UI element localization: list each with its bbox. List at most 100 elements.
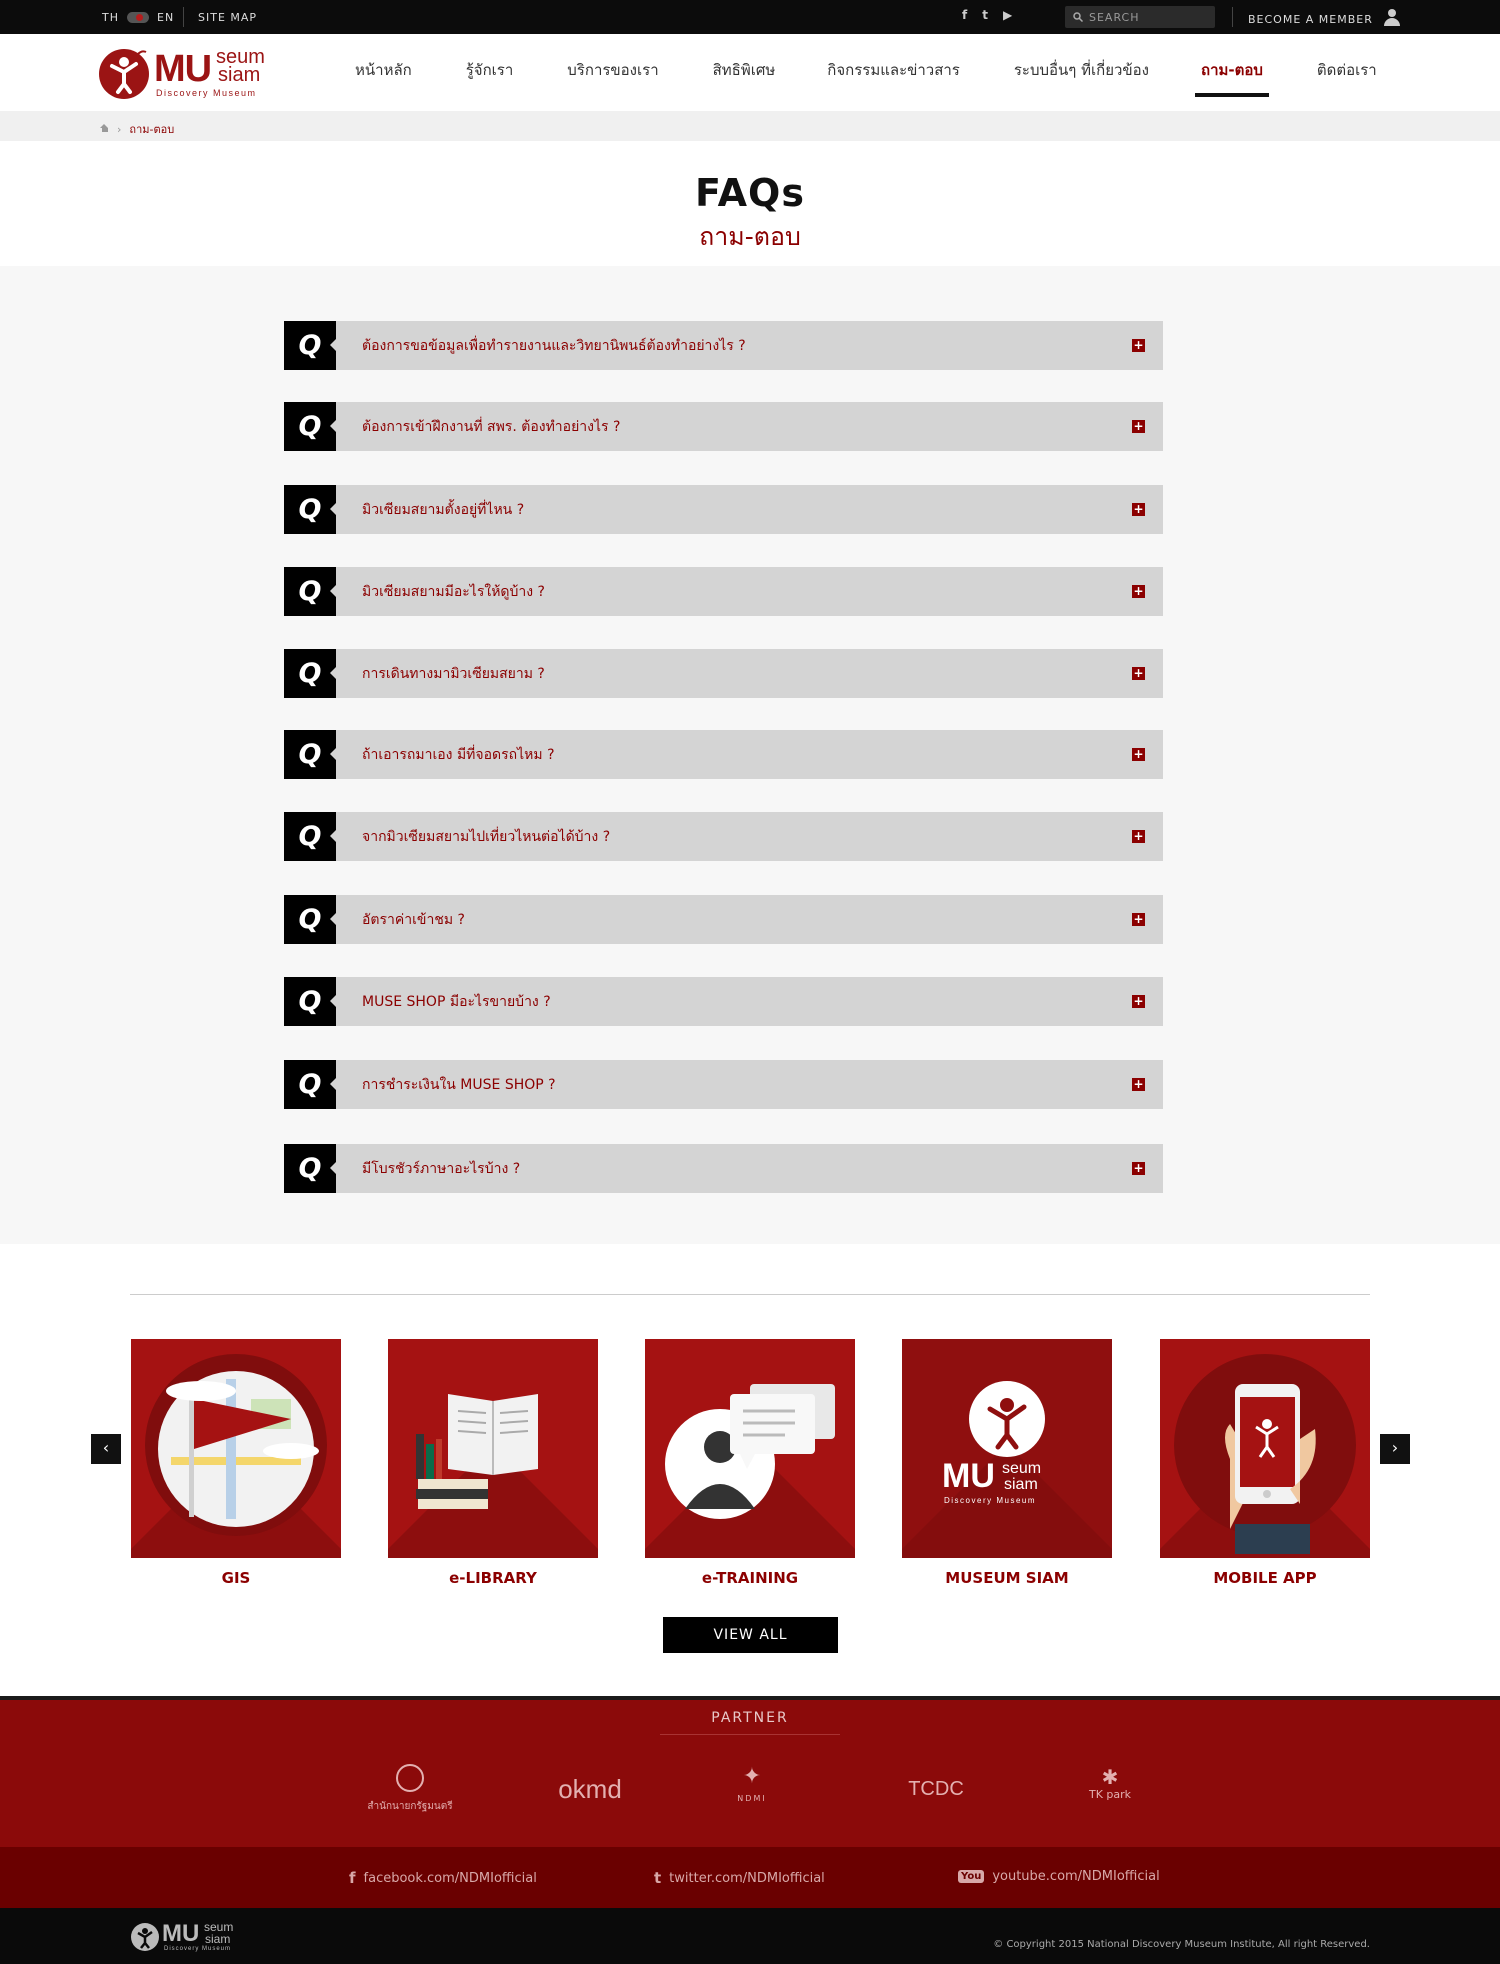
mobile-phone-icon [1225, 1384, 1316, 1554]
breadcrumb-current: ถาม-ตอบ [129, 123, 175, 136]
nav-faq[interactable]: ถาม-ตอบ [1195, 34, 1269, 111]
breadcrumb: › ถาม-ตอบ [0, 111, 1500, 141]
chevron-right-icon: › [117, 122, 122, 136]
tile-mobile-app[interactable] [1160, 1339, 1370, 1558]
user-icon [1383, 9, 1401, 26]
nav-services[interactable]: บริการของเรา [567, 34, 658, 111]
okmd-logo[interactable]: okmd [540, 1774, 640, 1805]
faq-section: Q ต้องการขอข้อมูลเพื่อทำรายงานและวิทยานิพ… [0, 266, 1500, 1244]
faq-item[interactable]: Q MUSE SHOP มีอะไรขายบ้าง ? + [284, 977, 1163, 1026]
faq-item[interactable]: Q จากมิวเซียมสยามไปเที่ยวไหนต่อได้บ้าง ? + [284, 812, 1163, 861]
q-badge: Q [284, 1144, 337, 1193]
site-map-link[interactable]: SITE MAP [198, 11, 257, 24]
faq-question: มิวเซียมสยามตั้งอยู่ที่ไหน ? [362, 501, 525, 518]
page-subtitle: ถาม-ตอบ [699, 222, 801, 251]
museum-siam-logo-icon: MU seum siam Discovery Museum [942, 1381, 1045, 1505]
tile-label-gis[interactable]: GIS [131, 1569, 341, 1587]
carousel-next-button[interactable]: › [1380, 1434, 1410, 1464]
plus-icon[interactable]: + [1132, 503, 1145, 516]
main-nav: หน้าหลัก รู้จักเรา บริการของเรา สิทธิพิเ… [340, 34, 1377, 111]
plus-icon[interactable]: + [1132, 995, 1145, 1008]
search-input[interactable] [1089, 10, 1199, 24]
plus-icon[interactable]: + [1132, 1078, 1145, 1091]
faq-item[interactable]: Q ต้องการขอข้อมูลเพื่อทำรายงานและวิทยานิพ… [284, 321, 1163, 370]
q-badge: Q [284, 567, 337, 616]
logo-main-text: MU [162, 1920, 200, 1947]
page-title-block: FAQs ถาม-ตอบ [0, 141, 1500, 266]
office-pm-logo[interactable]: สำนักนายกรัฐมนตรี [355, 1764, 465, 1814]
nav-privileges[interactable]: สิทธิพิเศษ [713, 34, 776, 111]
faq-item[interactable]: Q ถ้าเอารถมาเอง มีที่จอดรถไหม ? + [284, 730, 1163, 779]
facebook-icon: f [349, 1869, 356, 1887]
lang-en[interactable]: EN [157, 11, 174, 24]
become-member-label: BECOME A MEMBER [1248, 12, 1373, 26]
twitter-icon: t [654, 1869, 662, 1887]
nav-news[interactable]: กิจกรรมและข่าวสาร [827, 34, 960, 111]
museum-siam-logo[interactable]: MU seum siam Discovery Museum [98, 46, 298, 102]
tile-e-training[interactable] [645, 1339, 855, 1558]
q-badge: Q [284, 321, 337, 370]
faq-item[interactable]: Q ต้องการเข้าฝึกงานที่ สพร. ต้องทำอย่างไร… [284, 402, 1163, 451]
twitter-icon[interactable]: t [982, 8, 989, 22]
view-all-button[interactable]: VIEW ALL [663, 1617, 838, 1653]
plus-icon[interactable]: + [1132, 1162, 1145, 1175]
faq-question: การชำระเงินใน MUSE SHOP ? [362, 1076, 556, 1093]
language-toggle[interactable] [127, 12, 149, 23]
faq-item[interactable]: Q การชำระเงินใน MUSE SHOP ? + [284, 1060, 1163, 1109]
tile-label-mobile-app[interactable]: MOBILE APP [1160, 1569, 1370, 1587]
nav-other-systems[interactable]: ระบบอื่นๆ ที่เกี่ยวข้อง [1014, 34, 1149, 111]
plus-icon[interactable]: + [1132, 339, 1145, 352]
partner-label: สำนักนายกรัฐมนตรี [367, 1801, 453, 1812]
tile-e-library[interactable] [388, 1339, 598, 1558]
partner-label: NDMI [737, 1794, 767, 1803]
partner-section: PARTNER สำนักนายกรัฐมนตรี okmd ✦ NDMI TC… [0, 1696, 1500, 1847]
plus-icon[interactable]: + [1132, 667, 1145, 680]
faq-question: การเดินทางมามิวเซียมสยาม ? [362, 665, 545, 682]
facebook-link[interactable]: f facebook.com/NDMIofficial [349, 1869, 537, 1887]
faq-question: มีโบรชัวร์ภาษาอะไรบ้าง ? [362, 1160, 521, 1177]
plus-icon[interactable]: + [1132, 420, 1145, 433]
youtube-icon[interactable]: ▶ [1003, 8, 1013, 22]
map-flag-icon [158, 1371, 319, 1527]
tile-label-e-training[interactable]: e-TRAINING [645, 1569, 855, 1587]
nav-about[interactable]: รู้จักเรา [466, 34, 514, 111]
plus-icon[interactable]: + [1132, 913, 1145, 926]
tile-gis[interactable] [131, 1339, 341, 1558]
tile-label-e-library[interactable]: e-LIBRARY [388, 1569, 598, 1587]
become-member-link[interactable]: BECOME A MEMBER [1248, 9, 1401, 27]
youtube-icon: You [958, 1870, 985, 1883]
facebook-icon[interactable]: f [962, 8, 968, 22]
youtube-link[interactable]: You youtube.com/NDMIofficial [958, 1869, 1160, 1884]
svg-text:Discovery Museum: Discovery Museum [944, 1496, 1036, 1505]
faq-item[interactable]: Q การเดินทางมามิวเซียมสยาม ? + [284, 649, 1163, 698]
faq-item[interactable]: Q มีโบรชัวร์ภาษาอะไรบ้าง ? + [284, 1144, 1163, 1193]
logo-tagline: Discovery Museum [156, 88, 257, 98]
faq-item[interactable]: Q มิวเซียมสยามมีอะไรให้ดูบ้าง ? + [284, 567, 1163, 616]
faq-item[interactable]: Q มิวเซียมสยามตั้งอยู่ที่ไหน ? + [284, 485, 1163, 534]
logo-mark-icon [131, 1923, 159, 1951]
nav-contact[interactable]: ติดต่อเรา [1317, 34, 1377, 111]
carousel-prev-button[interactable]: ‹ [91, 1434, 121, 1464]
q-badge: Q [284, 649, 337, 698]
nav-home[interactable]: หน้าหลัก [355, 34, 412, 111]
faq-item[interactable]: Q อัตราค่าเข้าชม ? + [284, 895, 1163, 944]
ndmi-logo[interactable]: ✦ NDMI [722, 1764, 782, 1805]
tkpark-logo[interactable]: ✱ TK park [1080, 1766, 1140, 1801]
logo-bottom-text: siam [218, 64, 261, 86]
tile-museum-siam[interactable]: MU seum siam Discovery Museum [902, 1339, 1112, 1558]
faq-question: ต้องการเข้าฝึกงานที่ สพร. ต้องทำอย่างไร … [362, 418, 621, 435]
tcdc-logo[interactable]: TCDC [886, 1778, 986, 1801]
partner-label: TK park [1088, 1788, 1132, 1801]
tile-label-museum-siam[interactable]: MUSEUM SIAM [902, 1569, 1112, 1587]
home-icon[interactable] [100, 123, 109, 133]
partner-label: okmd [558, 1774, 622, 1804]
q-badge: Q [284, 730, 337, 779]
language-switch[interactable]: TH EN [102, 11, 174, 24]
q-badge: Q [284, 1060, 337, 1109]
footer-logo[interactable]: MU seum siam Discovery Museum [130, 1918, 270, 1958]
plus-icon[interactable]: + [1132, 830, 1145, 843]
plus-icon[interactable]: + [1132, 585, 1145, 598]
plus-icon[interactable]: + [1132, 748, 1145, 761]
twitter-link[interactable]: t twitter.com/NDMIofficial [654, 1869, 825, 1887]
lang-th[interactable]: TH [102, 11, 119, 24]
